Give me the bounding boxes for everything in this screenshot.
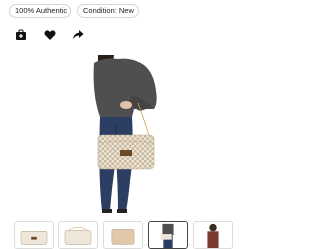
- model-with-bag-photo: [93, 55, 157, 213]
- bag-thumbnail-image: [20, 231, 48, 245]
- gallery-thumbnail-5[interactable]: [193, 221, 233, 249]
- bag-thumbnail-image: [111, 229, 135, 245]
- favorite-button[interactable]: [44, 29, 56, 41]
- shopping-bag-plus-icon: [16, 29, 26, 40]
- gallery-thumbnail-1[interactable]: [14, 221, 54, 249]
- heart-icon: [44, 30, 56, 40]
- add-to-bag-button[interactable]: [15, 29, 27, 41]
- product-main-image[interactable]: [84, 55, 166, 213]
- share-button[interactable]: [72, 29, 84, 41]
- authenticity-badge: 100% Authentic: [9, 4, 71, 18]
- gallery-thumbnail-3[interactable]: [103, 221, 143, 249]
- gallery-thumbnail-4[interactable]: [148, 221, 188, 249]
- model-thumbnail-image: [207, 223, 219, 248]
- model-thumbnail-image: [160, 223, 174, 248]
- gallery-thumbnail-2[interactable]: [58, 221, 98, 249]
- bag-thumbnail-image: [64, 226, 92, 245]
- condition-badge: Condition: New: [77, 4, 139, 18]
- share-arrow-icon: [73, 30, 84, 40]
